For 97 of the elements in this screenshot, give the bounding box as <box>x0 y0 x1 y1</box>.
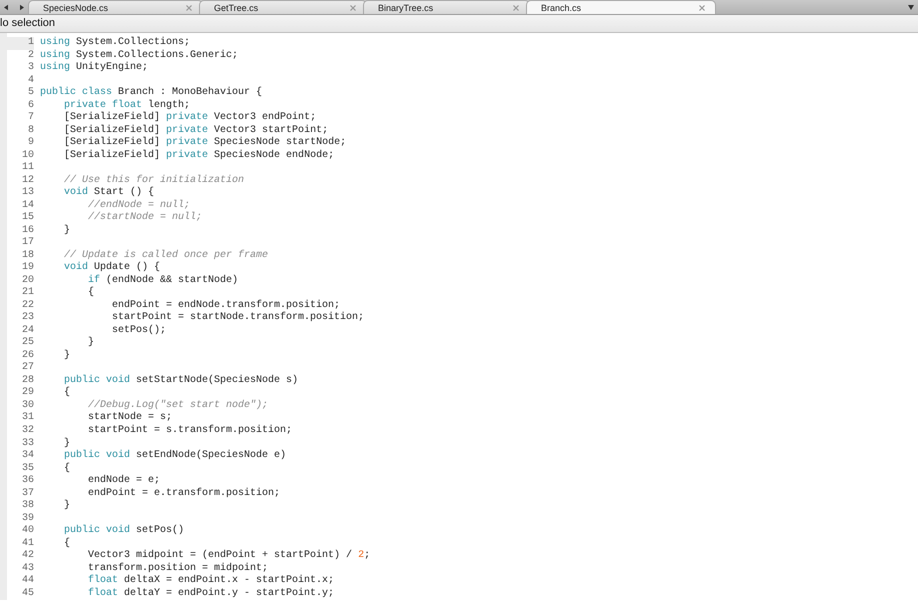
code-line: endPoint = endNode.transform.position; <box>111 300 342 312</box>
line-number: 43 <box>20 562 34 575</box>
code-line: void Update () { <box>63 262 162 274</box>
line-number: 11 <box>20 162 34 175</box>
code-line: float deltaY = endPoint.y - startPoint.y; <box>87 588 336 600</box>
code-line: public void setStartNode(SpeciesNode s) <box>63 374 300 386</box>
code-line: } <box>63 438 72 450</box>
line-number: 1 <box>7 37 34 50</box>
line-number: 15 <box>20 212 34 225</box>
code-line: { <box>63 387 72 400</box>
line-number: 41 <box>20 538 34 550</box>
line-number: 8 <box>26 124 34 137</box>
close-icon[interactable] <box>186 4 192 10</box>
code-line: float deltaX = endPoint.x - startPoint.x; <box>87 575 336 588</box>
line-number: 3 <box>26 62 34 75</box>
code-line: Vector3 midpoint = (endPoint + startPoint) / 2; <box>87 550 370 562</box>
dropdown-icon[interactable] <box>908 4 914 10</box>
code-line: [SerializeField] private SpeciesNode startNode; <box>63 137 348 150</box>
code-line: { <box>87 287 96 300</box>
line-number: 12 <box>20 174 34 187</box>
line-number: 13 <box>20 187 34 200</box>
line-number: 42 <box>20 550 34 563</box>
code-line: setPos(); <box>111 324 168 338</box>
line-number: 19 <box>20 262 34 275</box>
line-number: 34 <box>20 450 34 463</box>
line-number: 24 <box>20 324 34 337</box>
line-number: 29 <box>20 387 34 400</box>
code-line: [SerializeField] private Vector3 endPoint; <box>63 112 318 124</box>
line-number: 27 <box>20 362 34 375</box>
line-number: 28 <box>20 374 34 387</box>
forward-icon[interactable] <box>20 4 24 10</box>
line-number: 37 <box>20 488 34 500</box>
line-number: 21 <box>20 287 34 300</box>
code-line: { <box>63 538 72 550</box>
code-line: // Update is called once per frame <box>63 250 270 262</box>
code-line: } <box>63 500 72 513</box>
code-line: endPoint = e.transform.position; <box>87 488 282 500</box>
code-line: private float length; <box>63 100 192 112</box>
back-icon[interactable] <box>4 4 8 10</box>
code-line: } <box>63 224 72 238</box>
code-line: [SerializeField] private SpeciesNode endNode; <box>63 150 336 162</box>
line-number: 9 <box>26 137 34 150</box>
code-line: // Use this for initialization <box>63 174 246 186</box>
tab[interactable]: SpeciesNode.cs <box>28 0 203 14</box>
line-number: 4 <box>26 74 34 87</box>
line-number: 2 <box>26 50 34 62</box>
line-number: 45 <box>20 588 34 600</box>
tab[interactable]: GetTree.cs <box>199 0 367 14</box>
line-number: 6 <box>26 100 34 112</box>
code-line: startPoint = startNode.transform.position; <box>111 312 366 324</box>
line-number: 22 <box>20 300 34 312</box>
code-line: } <box>87 337 96 350</box>
line-number: 17 <box>20 237 34 250</box>
line-number: 36 <box>20 475 34 488</box>
close-icon[interactable] <box>699 4 705 10</box>
line-number: 18 <box>20 250 34 262</box>
line-number: 38 <box>20 500 34 513</box>
line-number: 30 <box>20 400 34 412</box>
code-line: [SerializeField] private Vector3 startPoint; <box>63 124 330 136</box>
code-line: startPoint = s.transform.position; <box>87 424 294 438</box>
code-line: public class Branch : MonoBehaviour { <box>40 87 264 100</box>
code-line: public void setEndNode(SpeciesNode e) <box>63 450 288 462</box>
line-number: 20 <box>20 274 34 287</box>
code-line: //Debug.Log("set start node"); <box>87 400 270 412</box>
code-line: using System.Collections.Generic; <box>40 50 240 62</box>
tab[interactable]: Branch.cs <box>526 0 716 14</box>
line-number: 35 <box>20 462 34 475</box>
line-number: 26 <box>20 350 34 362</box>
line-number: 40 <box>20 525 34 538</box>
code-line: { <box>63 462 72 476</box>
code-line: public void setPos() <box>63 525 186 538</box>
line-number: 5 <box>26 87 34 100</box>
code-line: } <box>63 350 72 362</box>
close-icon[interactable] <box>513 4 519 10</box>
line-number: 14 <box>20 200 34 212</box>
code-line: void Start () { <box>63 187 156 200</box>
code-line: if (endNode && startNode) <box>87 274 240 286</box>
code-line: startNode = s; <box>87 412 174 424</box>
code-line: endNode = e; <box>87 475 162 488</box>
line-number: 44 <box>20 575 34 588</box>
line-number: 23 <box>20 312 34 325</box>
tab[interactable]: BinaryTree.cs <box>363 0 530 14</box>
code-line: using UnityEngine; <box>40 62 150 75</box>
line-number: 32 <box>20 424 34 438</box>
line-number: 16 <box>20 224 34 237</box>
line-number: 7 <box>26 112 34 125</box>
code-line: transform.position = midpoint; <box>87 562 270 574</box>
line-number: 10 <box>20 150 34 162</box>
code-line: //startNode = null; <box>87 212 204 225</box>
line-number: 39 <box>20 512 34 525</box>
code-line: using System.Collections; <box>40 37 192 50</box>
close-icon[interactable] <box>350 4 356 10</box>
code-line: //endNode = null; <box>87 200 192 212</box>
line-number: 31 <box>20 412 34 425</box>
line-number: 33 <box>20 438 34 450</box>
line-number: 25 <box>20 337 34 350</box>
status-text: lo selection <box>0 17 56 29</box>
